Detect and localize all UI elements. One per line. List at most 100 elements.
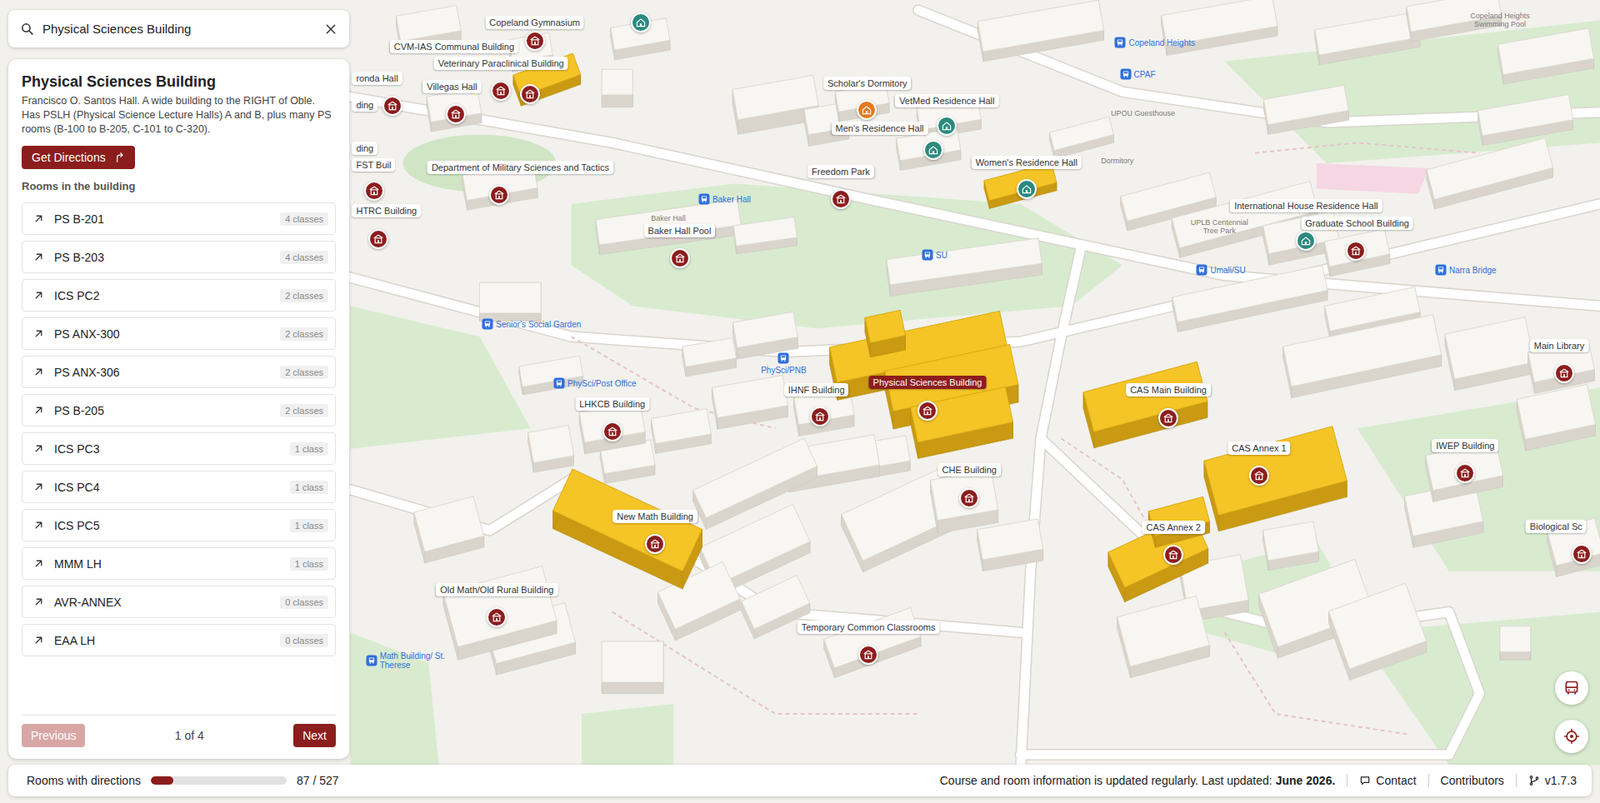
building[interactable] <box>712 375 789 430</box>
building[interactable] <box>1263 521 1320 571</box>
map-pin[interactable] <box>1249 465 1270 486</box>
building[interactable] <box>1283 315 1442 399</box>
map-pin[interactable] <box>936 115 957 136</box>
map-pin[interactable] <box>525 30 545 51</box>
map-pin[interactable] <box>630 12 651 33</box>
place-label[interactable]: Freedom Park <box>807 165 875 179</box>
map-pin[interactable] <box>445 104 466 125</box>
building[interactable] <box>1445 317 1535 391</box>
building[interactable] <box>886 238 1042 297</box>
get-directions-button[interactable]: Get Directions <box>21 145 135 170</box>
building[interactable] <box>1426 138 1554 210</box>
building[interactable] <box>682 338 737 378</box>
place-label[interactable]: Graduate School Building <box>1300 216 1414 230</box>
place-label[interactable]: CHE Building <box>938 463 1001 477</box>
next-button[interactable]: Next <box>293 724 336 748</box>
highlighted-building[interactable] <box>553 469 703 590</box>
room-row[interactable]: PS ANX-306 2 classes <box>21 355 336 389</box>
search-input[interactable]: Physical Sciences Building <box>42 21 316 36</box>
building[interactable] <box>1500 626 1531 660</box>
building[interactable] <box>1325 229 1390 277</box>
room-row[interactable]: PS ANX-300 2 classes <box>21 317 336 350</box>
building[interactable] <box>595 200 741 255</box>
footer-link[interactable]: Contributors <box>1440 774 1505 788</box>
building[interactable] <box>733 311 799 360</box>
highlighted-building[interactable] <box>910 387 1014 460</box>
place-label[interactable]: Department of Military Sciences and Tact… <box>427 160 614 175</box>
previous-button[interactable]: Previous <box>21 724 85 748</box>
bus-stop-icon[interactable] <box>554 378 565 390</box>
map-pin[interactable] <box>810 406 830 427</box>
bus-stop-label[interactable]: PhySci/PNB <box>760 365 806 375</box>
place-label[interactable]: CVM-IAS Communal Building <box>390 40 519 54</box>
bus-stop-icon[interactable] <box>365 655 377 667</box>
bus-stop-label[interactable]: Copeland Heights <box>1128 38 1195 48</box>
map-pin[interactable] <box>923 140 944 160</box>
bus-stop-icon[interactable] <box>482 319 494 330</box>
place-label[interactable]: CAS Annex 1 <box>1227 441 1290 455</box>
building[interactable] <box>1478 95 1574 146</box>
place-label[interactable]: IWEP Building <box>1431 439 1499 453</box>
place-label[interactable]: LHKCB Building <box>575 397 650 411</box>
building[interactable] <box>426 88 482 133</box>
building[interactable] <box>693 438 818 530</box>
building[interactable] <box>733 217 797 255</box>
bus-stop-label[interactable]: Math Building/ St. Therese <box>380 651 447 670</box>
bus-stop-label[interactable]: Narra Bridge <box>1449 265 1497 275</box>
place-label[interactable]: Main Library <box>1530 339 1590 353</box>
place-label[interactable]: New Math Building <box>612 510 698 524</box>
room-row[interactable]: ICS PC4 1 class <box>21 470 336 504</box>
map-pin[interactable] <box>1345 240 1366 261</box>
place-label[interactable]: Women's Residence Hall <box>971 155 1082 170</box>
map-pin[interactable] <box>368 229 389 250</box>
building[interactable] <box>930 470 999 535</box>
map-pin[interactable] <box>602 421 623 442</box>
bus-stop-label[interactable]: Baker Hall <box>712 194 751 204</box>
building[interactable] <box>1117 596 1210 679</box>
room-row[interactable]: AVR-ANNEX 0 classes <box>21 585 336 619</box>
map-pin[interactable] <box>489 185 510 205</box>
room-row[interactable]: ICS PC5 1 class <box>21 509 336 542</box>
bus-stop-label[interactable]: PhySci/Post Office <box>567 379 637 389</box>
map-pin[interactable] <box>1163 545 1184 565</box>
place-label[interactable]: CAS Annex 2 <box>1141 520 1205 535</box>
place-label[interactable]: International House Residence Hall <box>1230 199 1382 213</box>
place-label[interactable]: ding <box>351 98 378 112</box>
room-row[interactable]: ICS PC2 2 classes <box>21 279 336 312</box>
bus-stop-icon[interactable] <box>778 352 790 364</box>
map-pin[interactable] <box>490 80 511 101</box>
map-pin[interactable] <box>1554 363 1575 384</box>
building[interactable] <box>414 496 485 564</box>
bus-stop-icon[interactable] <box>698 193 710 205</box>
map-pin[interactable] <box>1158 408 1179 429</box>
building[interactable] <box>601 641 664 695</box>
building[interactable] <box>1315 12 1420 65</box>
building[interactable] <box>824 608 921 679</box>
place-label[interactable]: Temporary Common Classrooms <box>797 620 940 635</box>
building[interactable] <box>480 282 542 322</box>
building[interactable] <box>1498 28 1595 85</box>
bus-stop-icon[interactable] <box>1115 37 1126 49</box>
bus-stop-label[interactable]: CPAF <box>1134 70 1156 80</box>
map-pin[interactable] <box>917 400 938 421</box>
place-label[interactable]: Veterinary Paraclinical Building <box>434 56 569 70</box>
building[interactable] <box>601 69 633 107</box>
place-label[interactable]: Villegas Hall <box>422 80 481 94</box>
building[interactable] <box>1172 265 1328 333</box>
place-label[interactable]: HTRC Building <box>351 204 421 218</box>
highlighted-building[interactable] <box>1083 361 1208 448</box>
bus-stop-icon[interactable] <box>922 250 934 261</box>
highlighted-building[interactable] <box>1204 426 1347 532</box>
map-pin[interactable] <box>856 100 877 120</box>
room-row[interactable]: PS B-203 4 classes <box>21 240 336 274</box>
map-pin[interactable] <box>364 180 385 201</box>
building[interactable] <box>977 0 1104 61</box>
map-pin[interactable] <box>1571 544 1592 565</box>
clear-icon[interactable] <box>324 22 338 36</box>
highlighted-building[interactable] <box>865 310 905 359</box>
place-label[interactable]: VetMed Residence Hall <box>895 94 999 108</box>
room-row[interactable]: PS B-205 2 classes <box>21 394 336 427</box>
highlighted-building[interactable] <box>1108 513 1209 602</box>
room-row[interactable]: ICS PC3 1 class <box>21 432 336 465</box>
search-bar[interactable]: Physical Sciences Building <box>8 10 350 48</box>
